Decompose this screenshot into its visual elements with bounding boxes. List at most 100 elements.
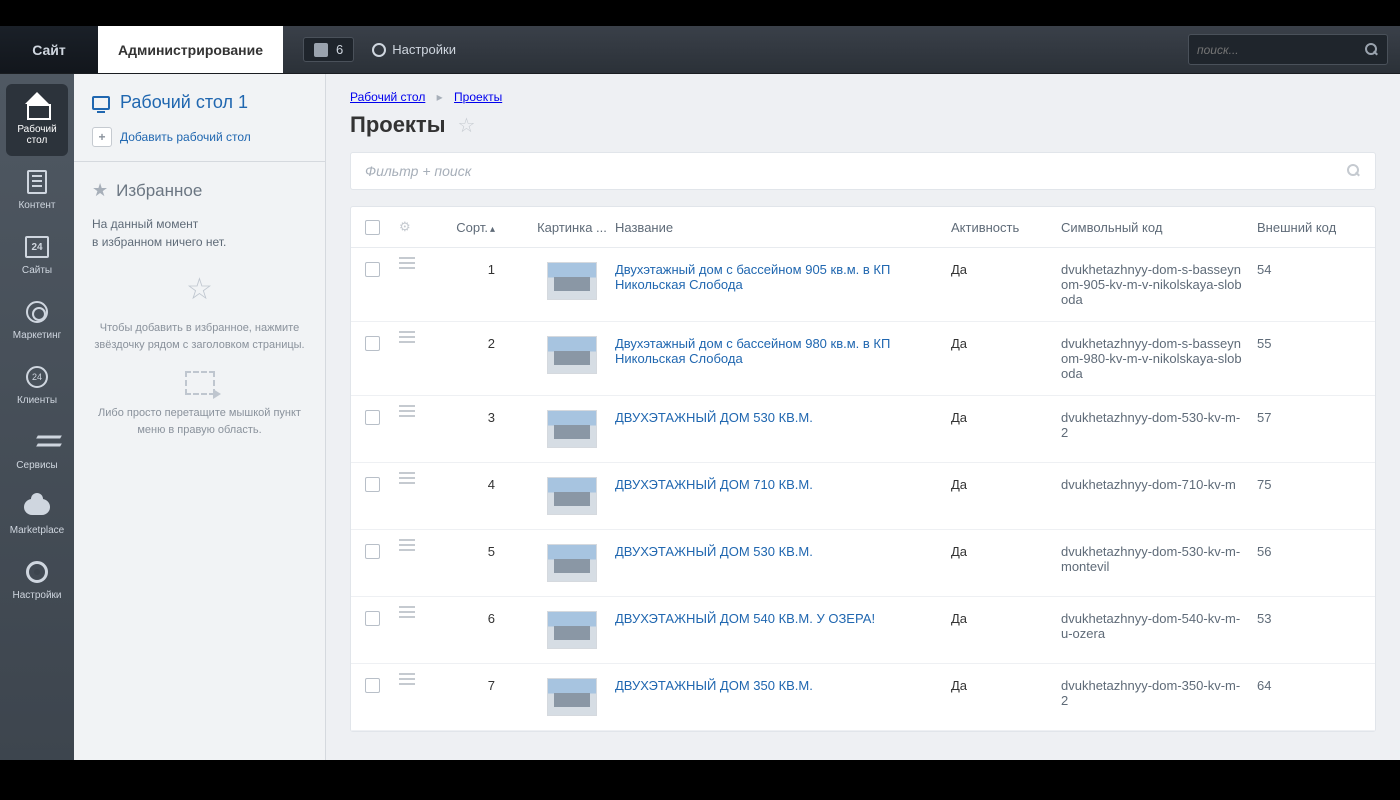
table-row: 2Двухэтажный дом с бассейном 980 кв.м. в… [351,322,1375,396]
row-checkbox[interactable] [365,544,380,559]
burger-icon [399,262,415,264]
row-code: dvukhetazhnyy-dom-710-kv-m [1061,477,1257,492]
col-name[interactable]: Название [615,220,951,235]
crumb-projects[interactable]: Проекты [454,90,502,104]
rail-settings[interactable]: Настройки [6,550,68,611]
row-menu-button[interactable] [399,410,427,412]
search-icon[interactable] [1347,164,1361,178]
row-code: dvukhetazhnyy-dom-s-basseynom-905-kv-m-v… [1061,262,1257,307]
row-name-link[interactable]: ДВУХЭТАЖНЫЙ ДОМ 710 КВ.М. [615,477,813,492]
rail-marketplace[interactable]: Marketplace [6,485,68,546]
row-sort: 4 [427,477,529,492]
burger-icon [399,678,415,680]
rail-desktop[interactable]: Рабочий стол [6,84,68,156]
global-search-input[interactable] [1197,43,1365,57]
row-checkbox[interactable] [365,262,380,277]
rail-content[interactable]: Контент [6,160,68,221]
row-checkbox[interactable] [365,611,380,626]
row-ext: 57 [1257,410,1361,425]
notification-count: 6 [336,42,343,57]
table-row: 4ДВУХЭТАЖНЫЙ ДОМ 710 КВ.М.Даdvukhetazhny… [351,463,1375,530]
top-settings-link[interactable]: Настройки [372,42,456,57]
col-sort[interactable]: Сорт.▴ [419,220,529,235]
filter-input[interactable] [365,163,1347,179]
rail-marketing-label: Маркетинг [13,330,62,341]
thumbnail[interactable] [547,611,597,649]
table-row: 7ДВУХЭТАЖНЫЙ ДОМ 350 КВ.М.Даdvukhetazhny… [351,664,1375,731]
global-search[interactable] [1188,34,1388,65]
row-active: Да [951,410,1061,425]
rail-services[interactable]: Сервисы [6,420,68,481]
row-menu-button[interactable] [399,611,427,613]
favorites-hint-drag: Либо просто перетащите мышкой пункт меню… [92,371,307,438]
rail-sites-label: Сайты [22,265,52,276]
rail-clients[interactable]: 24 Клиенты [6,355,68,416]
side-panel: Рабочий стол 1 + Добавить рабочий стол ★… [74,74,326,760]
crumb-desktop[interactable]: Рабочий стол [350,90,425,104]
table-row: 6ДВУХЭТАЖНЫЙ ДОМ 540 КВ.М. У ОЗЕРА!Даdvu… [351,597,1375,664]
target-icon [26,301,48,323]
calendar-icon: 24 [25,236,49,258]
row-active: Да [951,544,1061,559]
col-active[interactable]: Активность [951,220,1061,235]
thumbnail[interactable] [547,678,597,716]
rail-marketing[interactable]: Маркетинг [6,290,68,351]
add-desktop-label: Добавить рабочий стол [120,130,251,144]
left-rail: Рабочий стол Контент 24 Сайты Маркетинг … [0,74,74,760]
notifications-badge[interactable]: 6 [303,37,354,62]
grid-settings-button[interactable]: ⚙ [399,219,419,235]
row-sort: 3 [427,410,529,425]
page-title: Проекты [350,112,446,138]
tab-site[interactable]: Сайт [0,26,98,73]
col-image[interactable]: Картинка ... [529,220,615,235]
row-active: Да [951,262,1061,277]
favorites-empty-text: На данный момент в избранном ничего нет. [92,215,307,251]
gear-icon [372,43,386,57]
row-checkbox[interactable] [365,477,380,492]
col-code[interactable]: Символьный код [1061,220,1257,235]
row-name-link[interactable]: Двухэтажный дом с бассейном 905 кв.м. в … [615,262,890,292]
row-menu-button[interactable] [399,336,427,338]
row-menu-button[interactable] [399,678,427,680]
row-name-link[interactable]: ДВУХЭТАЖНЫЙ ДОМ 530 КВ.М. [615,410,813,425]
row-name-link[interactable]: ДВУХЭТАЖНЫЙ ДОМ 350 КВ.М. [615,678,813,693]
row-sort: 5 [427,544,529,559]
desktop-title[interactable]: Рабочий стол 1 [92,92,307,113]
row-menu-button[interactable] [399,262,427,264]
burger-icon [399,544,415,546]
row-code: dvukhetazhnyy-dom-350-kv-m-2 [1061,678,1257,708]
row-checkbox[interactable] [365,336,380,351]
document-icon [27,170,47,194]
row-checkbox[interactable] [365,678,380,693]
favorite-toggle[interactable]: ☆ [458,113,476,138]
thumbnail[interactable] [547,477,597,515]
thumbnail[interactable] [547,262,597,300]
thumbnail[interactable] [547,544,597,582]
row-menu-button[interactable] [399,477,427,479]
row-sort: 6 [427,611,529,626]
stack-icon [25,432,49,452]
table-row: 5ДВУХЭТАЖНЫЙ ДОМ 530 КВ.М.Даdvukhetazhny… [351,530,1375,597]
row-checkbox[interactable] [365,410,380,425]
row-ext: 53 [1257,611,1361,626]
row-name-link[interactable]: ДВУХЭТАЖНЫЙ ДОМ 530 КВ.М. [615,544,813,559]
row-name-link[interactable]: Двухэтажный дом с бассейном 980 кв.м. в … [615,336,890,366]
add-desktop-button[interactable]: + Добавить рабочий стол [92,127,307,147]
thumbnail[interactable] [547,410,597,448]
row-menu-button[interactable] [399,544,427,546]
clients-icon: 24 [26,366,48,388]
thumbnail[interactable] [547,336,597,374]
col-ext[interactable]: Внешний код [1257,220,1361,235]
sort-asc-icon: ▴ [490,224,495,235]
row-name-link[interactable]: ДВУХЭТАЖНЫЙ ДОМ 540 КВ.М. У ОЗЕРА! [615,611,875,626]
filter-bar[interactable] [350,152,1376,190]
notification-icon [314,43,328,57]
rail-sites[interactable]: 24 Сайты [6,225,68,286]
star-icon: ★ [92,180,108,201]
burger-icon [399,477,415,479]
rail-content-label: Контент [18,200,55,211]
select-all-checkbox[interactable] [365,220,380,235]
tab-admin[interactable]: Администрирование [98,26,283,73]
row-sort: 1 [427,262,529,277]
row-ext: 56 [1257,544,1361,559]
